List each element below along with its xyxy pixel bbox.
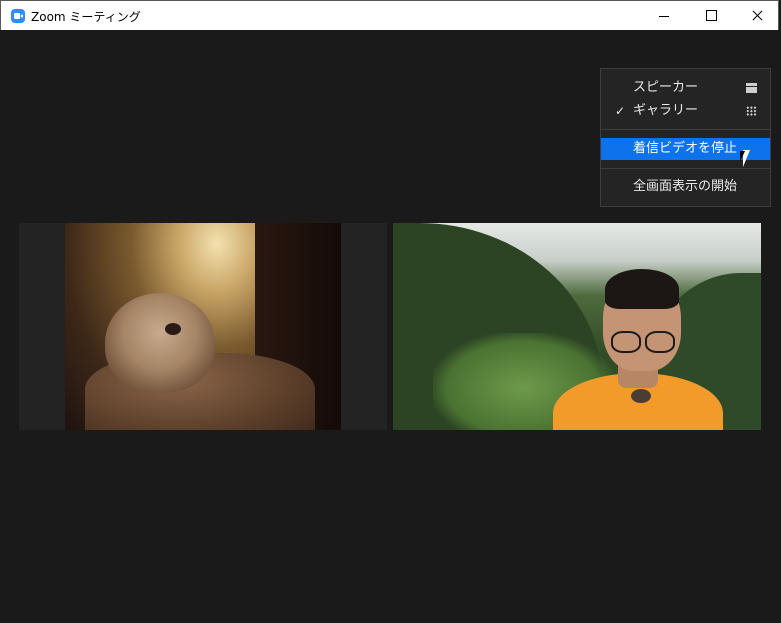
menu-item-label: スピーカー (633, 80, 699, 95)
teddy-bear-video (65, 223, 341, 430)
participant-video-tile-2[interactable] (393, 223, 761, 430)
man-with-glasses-video (393, 223, 761, 430)
mouse-cursor-icon (740, 150, 750, 167)
close-button[interactable] (734, 1, 780, 31)
window-titlebar: Zoom ミーティング (0, 0, 779, 30)
zoom-camera-icon (11, 9, 25, 23)
menu-item-enter-fullscreen[interactable]: 全画面表示の開始 (601, 176, 770, 198)
window-title: Zoom ミーティング (31, 10, 141, 24)
view-menu: スピーカー ✓ ギャラリー 着信ビデオを停止 全画面表示の開始 (600, 68, 771, 207)
speaker-view-icon (746, 83, 757, 93)
menu-separator (601, 168, 770, 169)
participant-video-tile-1[interactable] (19, 223, 387, 430)
maximize-button[interactable] (688, 1, 734, 31)
menu-item-label: 全画面表示の開始 (633, 179, 738, 194)
gallery-view-icon (746, 106, 757, 116)
check-icon: ✓ (615, 104, 626, 118)
minimize-button[interactable] (641, 1, 687, 31)
menu-item-label: ギャラリー (633, 103, 699, 118)
menu-separator (601, 129, 770, 130)
menu-item-gallery-view[interactable]: ✓ ギャラリー (601, 100, 770, 122)
menu-item-label: 着信ビデオを停止 (633, 141, 738, 156)
menu-item-speaker-view[interactable]: スピーカー (601, 77, 770, 99)
